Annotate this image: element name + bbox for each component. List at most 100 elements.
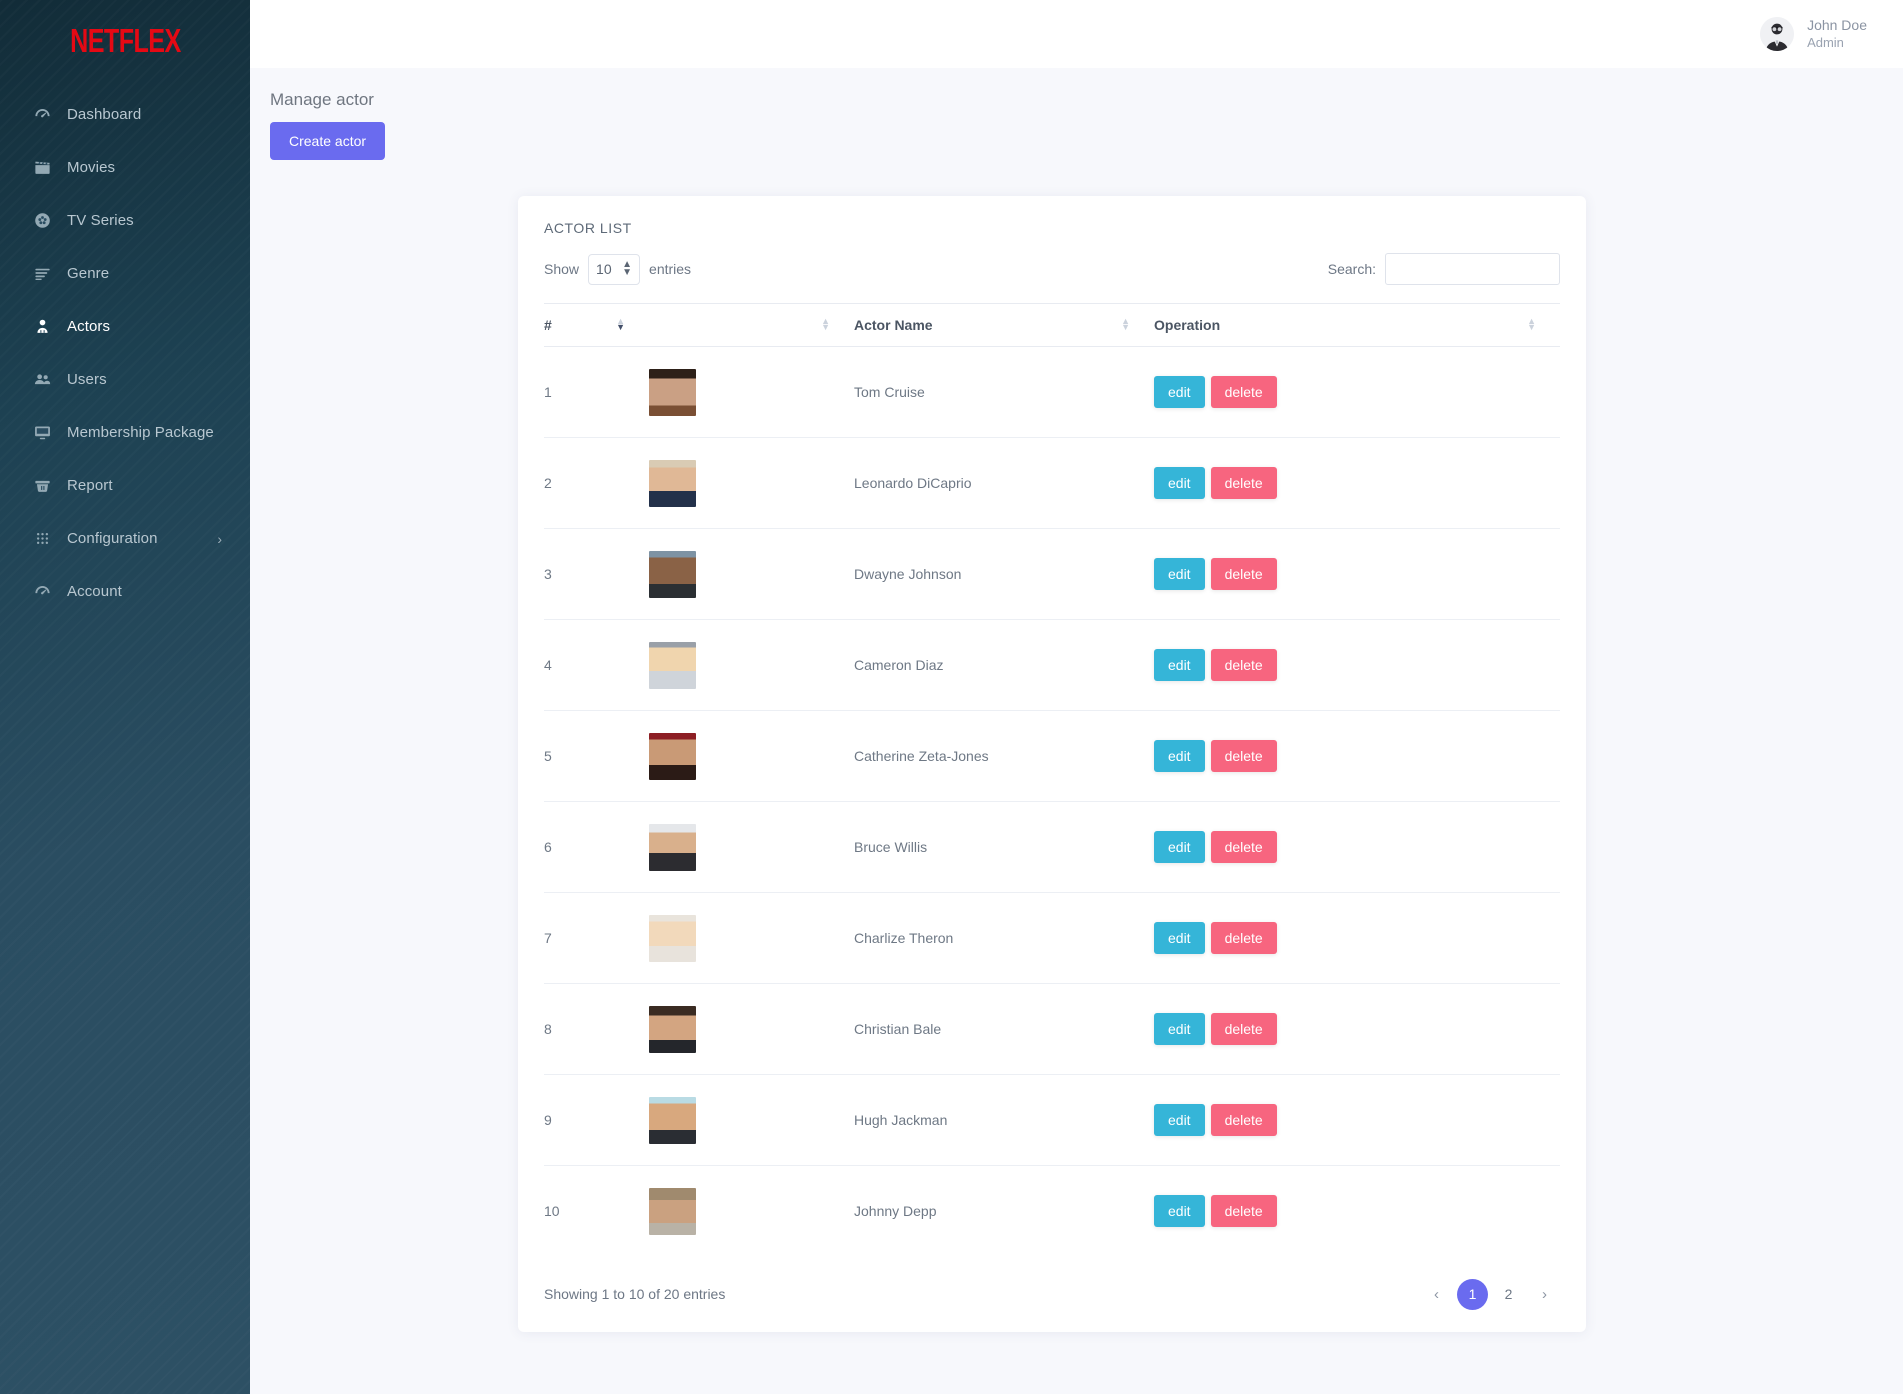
- speedometer-icon: [33, 582, 55, 602]
- table-head: # ▲ ▼ ▲ ▼ Actor Name ▲ ▼ Operation ▲ ▼: [544, 303, 1560, 347]
- cell-actor-photo: [649, 437, 854, 529]
- table-row: 8 Christian Bale edit delete: [544, 983, 1560, 1075]
- show-label: Show: [544, 261, 580, 277]
- column-header-num[interactable]: # ▲ ▼: [544, 303, 649, 347]
- pagination-prev[interactable]: ‹: [1421, 1279, 1452, 1310]
- user-menu[interactable]: John Doe Admin: [1732, 0, 1903, 68]
- edit-button[interactable]: edit: [1154, 558, 1205, 590]
- stepper-icon: ▲ ▼: [622, 259, 633, 278]
- sidebar-item-label: TV Series: [67, 212, 134, 229]
- table-row: 9 Hugh Jackman edit delete: [544, 1074, 1560, 1166]
- delete-button[interactable]: delete: [1210, 376, 1277, 408]
- sort-indicator-icon: ▲ ▼: [1527, 316, 1536, 332]
- cell-operations: edit delete: [1154, 528, 1560, 620]
- cell-actor-name: Catherine Zeta-Jones: [854, 710, 1154, 802]
- entries-value: 10: [596, 261, 612, 277]
- delete-button[interactable]: delete: [1210, 740, 1277, 772]
- app-root: NETFLEX Dashboard Movies TV Series Genre Act…: [0, 0, 1903, 1394]
- edit-button[interactable]: edit: [1154, 831, 1205, 863]
- create-actor-button[interactable]: Create actor: [270, 122, 386, 160]
- column-header-label: Actor Name: [854, 317, 933, 333]
- user-meta: John Doe Admin: [1807, 17, 1867, 51]
- cell-row-number: 4: [544, 619, 649, 711]
- sidebar-item-movies[interactable]: Movies: [0, 141, 250, 194]
- sidebar-item-report[interactable]: Report: [0, 459, 250, 512]
- edit-button[interactable]: edit: [1154, 1013, 1205, 1045]
- pagination-page-1[interactable]: 1: [1457, 1278, 1488, 1310]
- cell-actor-name: Cameron Diaz: [854, 619, 1154, 711]
- search-input[interactable]: [1385, 253, 1560, 285]
- sidebar-item-actors[interactable]: Actors: [0, 300, 250, 353]
- delete-button[interactable]: delete: [1210, 1013, 1277, 1045]
- table-row: 10 Johnny Depp edit delete: [544, 1166, 1560, 1257]
- column-header-actorname[interactable]: Actor Name ▲ ▼: [854, 303, 1154, 347]
- cell-operations: edit delete: [1154, 892, 1560, 984]
- cell-operations: edit delete: [1154, 1166, 1560, 1257]
- user-name: John Doe: [1807, 17, 1867, 34]
- delete-button[interactable]: delete: [1210, 467, 1277, 499]
- sidebar-item-label: Movies: [67, 159, 116, 176]
- edit-button[interactable]: edit: [1154, 467, 1205, 499]
- pagination-page-2[interactable]: 2: [1493, 1279, 1524, 1310]
- sidebar-item-tv-series[interactable]: TV Series: [0, 194, 250, 247]
- search-label: Search:: [1327, 261, 1376, 277]
- sidebar-item-account[interactable]: Account: [0, 565, 250, 618]
- edit-button[interactable]: edit: [1154, 740, 1205, 772]
- edit-button[interactable]: edit: [1154, 1195, 1205, 1228]
- actor-table: # ▲ ▼ ▲ ▼ Actor Name ▲ ▼ Operation ▲ ▼ 1 Tom Cruise…: [544, 303, 1560, 1257]
- column-header-operation[interactable]: Operation ▲ ▼: [1154, 303, 1560, 347]
- sidebar-item-configuration[interactable]: Configuration ›: [0, 512, 250, 565]
- film-reel-icon: [33, 211, 55, 231]
- cell-actor-photo: [649, 710, 854, 802]
- cell-actor-photo: [649, 892, 854, 984]
- edit-button[interactable]: edit: [1154, 1104, 1205, 1136]
- delete-button[interactable]: delete: [1210, 649, 1277, 681]
- brand-logo[interactable]: NETFLEX: [0, 0, 250, 82]
- sort-indicator-icon: ▲ ▼: [1121, 316, 1130, 332]
- edit-button[interactable]: edit: [1154, 649, 1205, 681]
- cell-actor-photo: [649, 1166, 854, 1257]
- sidebar-item-genre[interactable]: Genre: [0, 247, 250, 300]
- delete-button[interactable]: delete: [1210, 558, 1277, 590]
- delete-button[interactable]: delete: [1210, 831, 1277, 863]
- column-header-image[interactable]: ▲ ▼: [649, 303, 854, 347]
- cell-operations: edit delete: [1154, 801, 1560, 893]
- cell-row-number: 8: [544, 983, 649, 1075]
- cell-row-number: 1: [544, 346, 649, 438]
- cell-operations: edit delete: [1154, 710, 1560, 802]
- top-bar: John Doe Admin: [250, 0, 1903, 68]
- pagination-next[interactable]: ›: [1529, 1279, 1560, 1310]
- edit-button[interactable]: edit: [1154, 922, 1205, 954]
- cell-operations: edit delete: [1154, 983, 1560, 1075]
- cell-row-number: 5: [544, 710, 649, 802]
- grid-dots-icon: [33, 529, 55, 549]
- sidebar-item-dashboard[interactable]: Dashboard: [0, 88, 250, 141]
- cell-row-number: 9: [544, 1074, 649, 1166]
- delete-button[interactable]: delete: [1210, 1104, 1277, 1136]
- edit-button[interactable]: edit: [1154, 376, 1205, 408]
- delete-button[interactable]: delete: [1210, 922, 1277, 954]
- actor-thumbnail: [649, 459, 696, 507]
- actor-thumbnail: [649, 1096, 696, 1144]
- cell-row-number: 7: [544, 892, 649, 984]
- sidebar-item-membership-package[interactable]: Membership Package: [0, 406, 250, 459]
- actor-list-card: ACTOR LIST Show 10 ▲ ▼ entries Search: #…: [518, 196, 1586, 1332]
- sidebar-item-label: Account: [67, 583, 122, 600]
- table-row: 1 Tom Cruise edit delete: [544, 346, 1560, 438]
- chevron-right-icon: ›: [217, 530, 222, 547]
- actor-thumbnail: [649, 641, 696, 689]
- sidebar-item-label: Dashboard: [67, 106, 142, 123]
- sidebar-item-label: Actors: [67, 318, 111, 335]
- person-icon: [33, 317, 55, 337]
- cell-row-number: 3: [544, 528, 649, 620]
- entries-select[interactable]: 10 ▲ ▼: [588, 253, 641, 285]
- cell-actor-name: Dwayne Johnson: [854, 528, 1154, 620]
- cell-actor-photo: [649, 1074, 854, 1166]
- table-row: 2 Leonardo DiCaprio edit delete: [544, 437, 1560, 529]
- sidebar-item-users[interactable]: Users: [0, 353, 250, 406]
- sort-indicator-icon: ▲ ▼: [821, 316, 830, 332]
- table-tools: Show 10 ▲ ▼ entries Search:: [544, 253, 1560, 285]
- cell-operations: edit delete: [1154, 437, 1560, 529]
- delete-button[interactable]: delete: [1210, 1195, 1277, 1228]
- table-row: 7 Charlize Theron edit delete: [544, 892, 1560, 984]
